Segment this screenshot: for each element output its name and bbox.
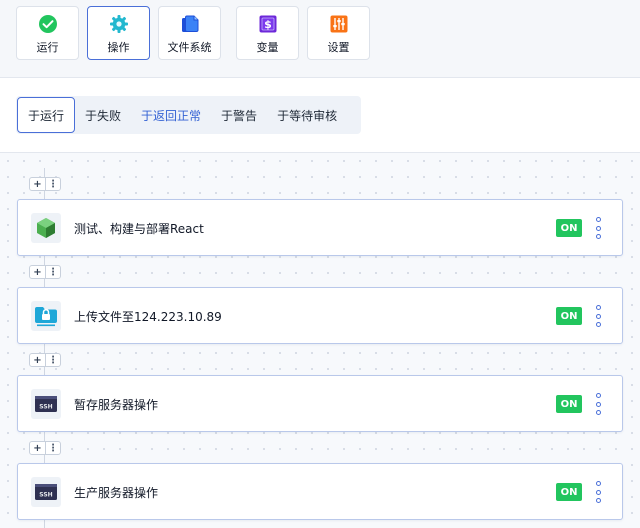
insert-menu-button[interactable]: ⋮: [46, 178, 60, 190]
add-step-button[interactable]: +: [30, 178, 46, 190]
insert-step-control: + ⋮: [29, 353, 61, 367]
more-menu-icon[interactable]: [592, 393, 604, 415]
insert-step-control: + ⋮: [29, 177, 61, 191]
sliders-icon: [329, 14, 349, 34]
tab-on-failure[interactable]: 于失败: [75, 96, 131, 134]
insert-step-control: + ⋮: [29, 265, 61, 279]
action-card[interactable]: SSH 暂存服务器操作 ON: [17, 375, 623, 432]
insert-menu-button[interactable]: ⋮: [46, 266, 60, 278]
ssh-terminal-icon: SSH: [31, 477, 61, 507]
toolbar-filesystem-label: 文件系统: [167, 41, 212, 54]
ssh-label: SSH: [39, 492, 52, 499]
toolbar-variables-button[interactable]: $ 变量: [236, 6, 299, 60]
toolbar-filesystem-button[interactable]: 文件系统: [158, 6, 221, 60]
connector-line: [44, 520, 45, 528]
toolbar-run-label: 运行: [36, 41, 59, 54]
insert-menu-button[interactable]: ⋮: [46, 354, 60, 366]
green-cube-icon: [31, 213, 61, 243]
add-step-button[interactable]: +: [30, 354, 46, 366]
on-toggle[interactable]: ON: [556, 219, 582, 237]
trigger-tabs: 于运行 于失败 于返回正常 于警告 于等待审核: [16, 96, 362, 134]
toolbar-run-button[interactable]: 运行: [16, 6, 79, 60]
action-card[interactable]: SSH 生产服务器操作 ON: [17, 463, 623, 520]
action-title: 生产服务器操作: [74, 486, 159, 500]
action-card[interactable]: 上传文件至124.223.10.89 ON: [17, 287, 623, 344]
insert-menu-button[interactable]: ⋮: [46, 442, 60, 454]
more-menu-icon[interactable]: [592, 481, 604, 503]
action-card[interactable]: 测试、构建与部署React ON: [17, 199, 623, 256]
action-title: 上传文件至124.223.10.89: [74, 310, 222, 324]
action-title: 暂存服务器操作: [74, 398, 159, 412]
tab-on-run[interactable]: 于运行: [17, 97, 76, 133]
toolbar: 运行 操作 文件系统 $ 变量 设置: [0, 0, 640, 78]
more-menu-icon[interactable]: [592, 305, 604, 327]
tab-on-approval[interactable]: 于等待审核: [267, 96, 347, 134]
on-toggle[interactable]: ON: [556, 307, 582, 325]
toolbar-actions-label: 操作: [107, 41, 130, 54]
ssh-terminal-icon: SSH: [31, 389, 61, 419]
svg-text:$: $: [264, 18, 272, 31]
toolbar-settings-button[interactable]: 设置: [307, 6, 370, 60]
more-menu-icon[interactable]: [592, 217, 604, 239]
trigger-tabs-area: 于运行 于失败 于返回正常 于警告 于等待审核: [0, 78, 640, 153]
on-toggle[interactable]: ON: [556, 395, 582, 413]
add-step-button[interactable]: +: [30, 442, 46, 454]
toolbar-settings-label: 设置: [327, 41, 350, 54]
file-copy-icon: [180, 14, 200, 34]
on-toggle[interactable]: ON: [556, 483, 582, 501]
tab-on-warning[interactable]: 于警告: [211, 96, 267, 134]
toolbar-actions-button[interactable]: 操作: [87, 6, 150, 60]
add-step-button[interactable]: +: [30, 266, 46, 278]
sftp-upload-icon: [31, 301, 61, 331]
gear-icon: [109, 14, 129, 34]
action-title: 测试、构建与部署React: [74, 222, 204, 236]
ssh-label: SSH: [39, 404, 52, 411]
check-circle-icon: [38, 14, 58, 34]
toolbar-variables-label: 变量: [256, 41, 279, 54]
dollar-variable-icon: $: [258, 14, 278, 34]
insert-step-control: + ⋮: [29, 441, 61, 455]
tab-on-recovery[interactable]: 于返回正常: [131, 96, 211, 134]
